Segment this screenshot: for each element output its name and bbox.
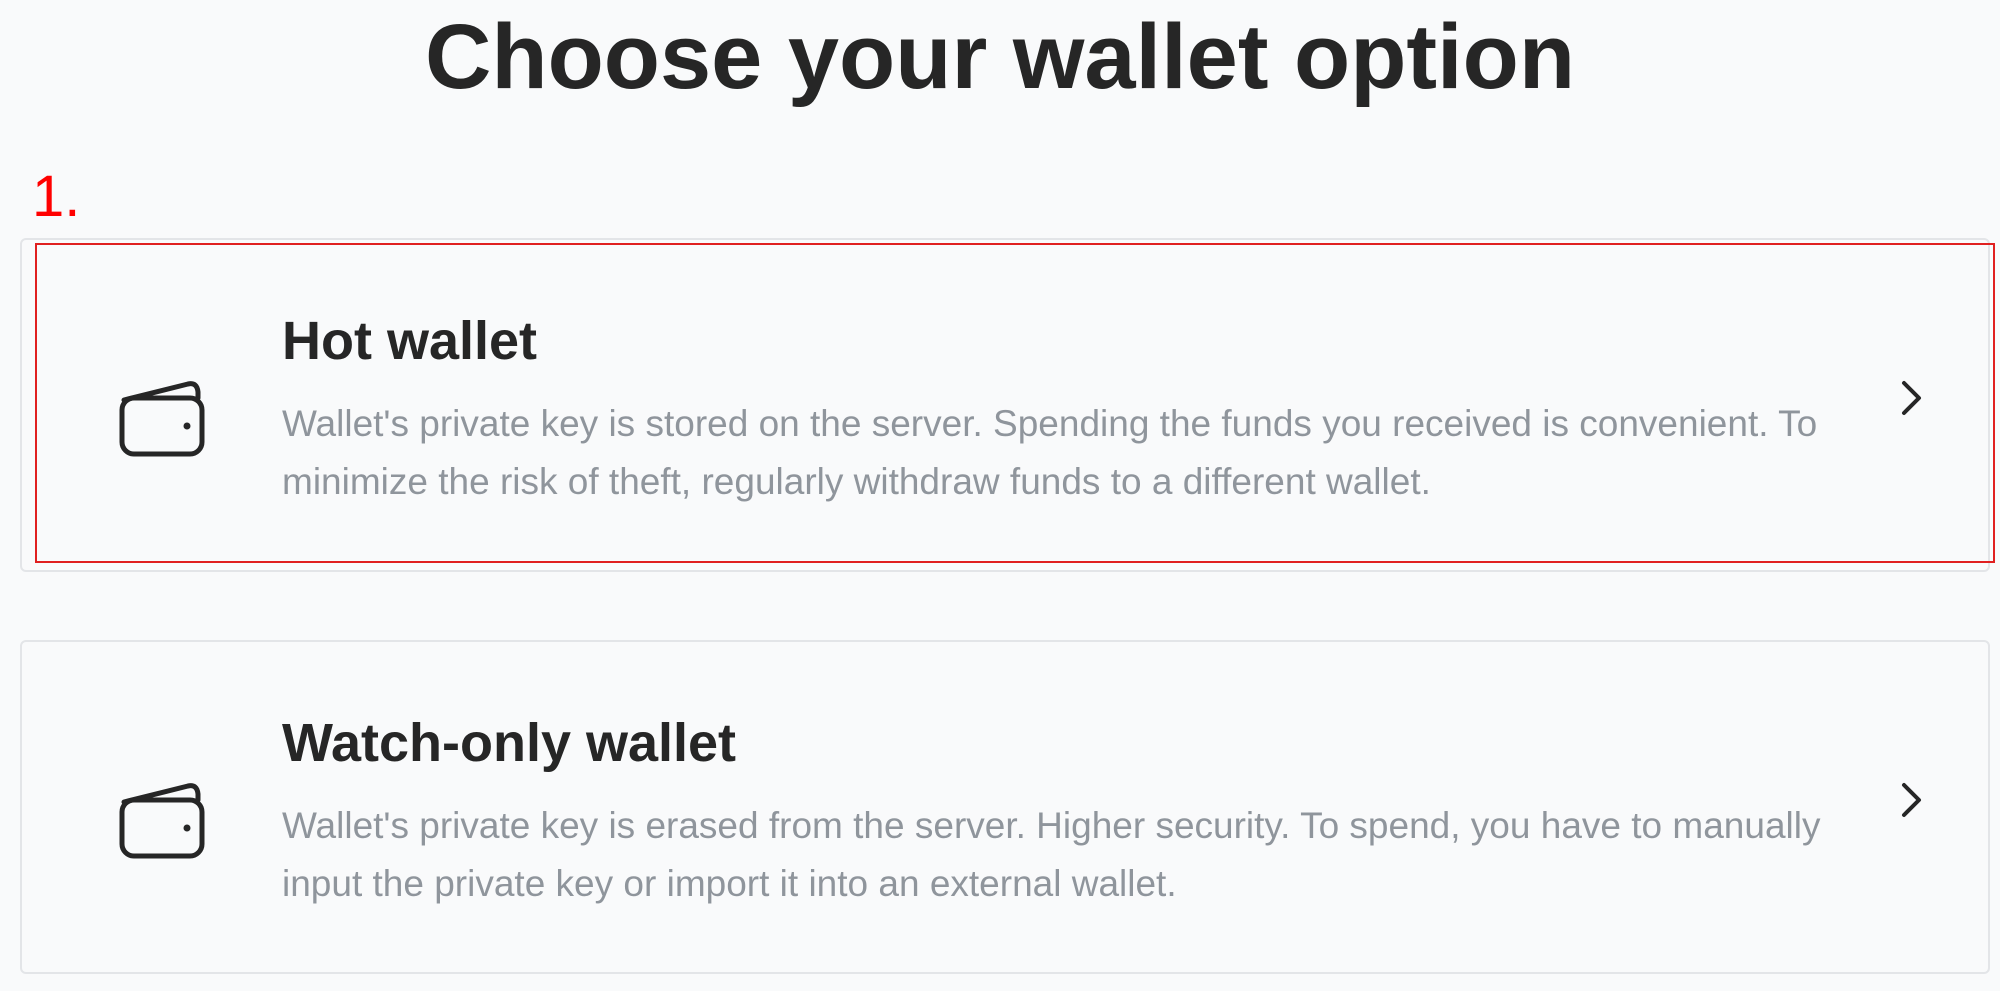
chevron-right-icon [1902,783,1921,817]
wallet-icon [119,783,205,859]
watch-only-wallet-title: Watch-only wallet [282,713,737,773]
hot-wallet-description: Wallet's private key is stored on the se… [282,403,1818,502]
wallet-icon [119,381,205,457]
watch-only-wallet-description: Wallet's private key is erased from the … [282,805,1821,904]
hot-wallet-option[interactable]: Hot wallet Wallet's private key is store… [20,238,1990,572]
watch-only-wallet-option[interactable]: Watch-only wallet Wallet's private key i… [20,640,1990,974]
annotation-number: 1. [32,164,81,229]
hot-wallet-title: Hot wallet [282,311,538,371]
chevron-right-icon [1902,381,1921,415]
page-title: Choose your wallet option [424,6,1576,108]
